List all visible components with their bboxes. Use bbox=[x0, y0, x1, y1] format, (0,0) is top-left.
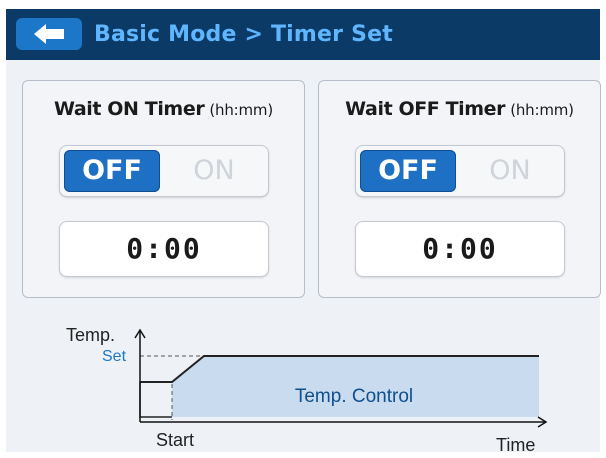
back-arrow-icon bbox=[34, 24, 64, 44]
x-axis-label: Time bbox=[496, 435, 535, 452]
y-axis-label: Temp. bbox=[66, 325, 115, 345]
start-label: Start bbox=[156, 430, 194, 450]
timer-diagram: Temp. Set Temp. Control Start Time bbox=[66, 325, 548, 452]
content-area: Wait ON Timer (hh:mm) OFF ON 0:00 Wait O… bbox=[6, 60, 601, 452]
temp-profile-drop bbox=[139, 382, 172, 418]
header-bar: Basic Mode > Timer Set bbox=[6, 9, 600, 60]
set-label: Set bbox=[102, 348, 127, 365]
page-title: Basic Mode > Timer Set bbox=[94, 22, 393, 47]
back-button[interactable] bbox=[16, 18, 82, 50]
region-label: Temp. Control bbox=[295, 386, 413, 407]
